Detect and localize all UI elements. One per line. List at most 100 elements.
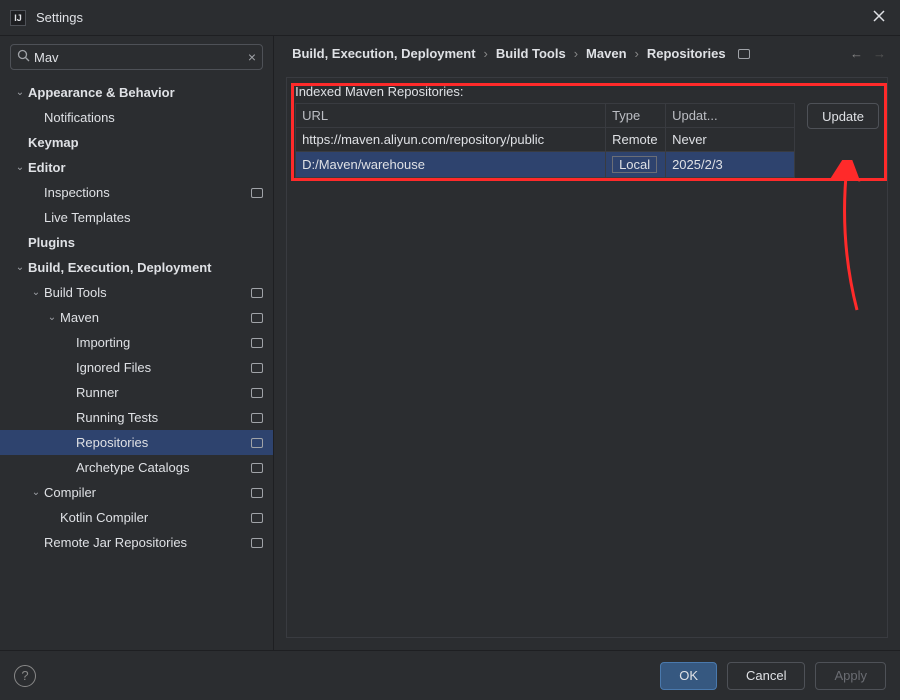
cell-updated[interactable]: 2025/2/3 [666, 152, 795, 178]
project-scope-icon [251, 288, 263, 298]
cancel-button[interactable]: Cancel [727, 662, 805, 690]
project-scope-icon [251, 388, 263, 398]
app-icon: IJ [10, 10, 26, 26]
crumb-0[interactable]: Build, Execution, Deployment [292, 46, 475, 61]
sidebar-item-label: Notifications [44, 110, 273, 125]
table-row[interactable]: D:/Maven/warehouseLocal2025/2/3 [296, 152, 795, 178]
sidebar-item-plugins[interactable]: Plugins [0, 230, 273, 255]
sidebar-item-label: Build Tools [44, 285, 273, 300]
repositories-table[interactable]: URL Type Updat... https://maven.aliyun.c… [295, 103, 795, 178]
chevron-right-icon: › [635, 46, 639, 61]
project-scope-icon [251, 413, 263, 423]
project-scope-icon [251, 313, 263, 323]
sidebar-item-label: Ignored Files [76, 360, 273, 375]
sidebar-item-archetype-catalogs[interactable]: Archetype Catalogs [0, 455, 273, 480]
settings-tree: ⌄Appearance & BehaviorNotificationsKeyma… [0, 78, 273, 650]
cell-url[interactable]: https://maven.aliyun.com/repository/publ… [296, 128, 606, 152]
sidebar-item-running-tests[interactable]: Running Tests [0, 405, 273, 430]
sidebar-item-live-templates[interactable]: Live Templates [0, 205, 273, 230]
col-updated[interactable]: Updat... [666, 104, 795, 128]
sidebar-item-maven[interactable]: ⌄Maven [0, 305, 273, 330]
window-title: Settings [36, 10, 868, 25]
col-type[interactable]: Type [606, 104, 666, 128]
sidebar-item-label: Running Tests [76, 410, 273, 425]
sidebar-item-compiler[interactable]: ⌄Compiler [0, 480, 273, 505]
sidebar-item-ignored-files[interactable]: Ignored Files [0, 355, 273, 380]
search-input[interactable] [34, 50, 248, 65]
chevron-down-icon: ⌄ [12, 162, 28, 173]
chevron-right-icon: › [574, 46, 578, 61]
sidebar-item-build-execution-deployment[interactable]: ⌄Build, Execution, Deployment [0, 255, 273, 280]
sidebar-item-label: Plugins [28, 235, 273, 250]
sidebar-item-inspections[interactable]: Inspections [0, 180, 273, 205]
crumb-3[interactable]: Repositories [647, 46, 726, 61]
help-button[interactable]: ? [14, 665, 36, 687]
sidebar-item-kotlin-compiler[interactable]: Kotlin Compiler [0, 505, 273, 530]
crumb-1[interactable]: Build Tools [496, 46, 566, 61]
cell-updated[interactable]: Never [666, 128, 795, 152]
nav-arrows: ← → [850, 46, 886, 61]
chevron-down-icon: ⌄ [12, 262, 28, 273]
titlebar: IJ Settings [0, 0, 900, 36]
project-scope-icon [251, 338, 263, 348]
sidebar-item-label: Appearance & Behavior [28, 85, 273, 100]
footer: ? OK Cancel Apply [0, 650, 900, 700]
sidebar-item-label: Keymap [28, 135, 273, 150]
project-scope-icon [251, 363, 263, 373]
sidebar: × ⌄Appearance & BehaviorNotificationsKey… [0, 36, 274, 650]
content-pane: Build, Execution, Deployment › Build Too… [274, 36, 900, 650]
sidebar-item-label: Build, Execution, Deployment [28, 260, 273, 275]
sidebar-item-remote-jar-repositories[interactable]: Remote Jar Repositories [0, 530, 273, 555]
forward-icon[interactable]: → [873, 46, 886, 61]
project-scope-icon [251, 463, 263, 473]
clear-search-icon[interactable]: × [248, 49, 256, 65]
project-scope-icon [251, 538, 263, 548]
sidebar-item-label: Importing [76, 335, 273, 350]
sidebar-item-label: Inspections [44, 185, 273, 200]
cell-url[interactable]: D:/Maven/warehouse [296, 152, 606, 178]
chevron-down-icon: ⌄ [12, 87, 28, 98]
breadcrumb: Build, Execution, Deployment › Build Too… [274, 36, 900, 71]
update-button[interactable]: Update [807, 103, 879, 129]
search-icon [17, 49, 30, 65]
chevron-down-icon: ⌄ [28, 487, 44, 498]
sidebar-item-notifications[interactable]: Notifications [0, 105, 273, 130]
sidebar-item-label: Runner [76, 385, 273, 400]
main-area: Indexed Maven Repositories: URL Type Upd… [286, 77, 888, 638]
sidebar-item-appearance-behavior[interactable]: ⌄Appearance & Behavior [0, 80, 273, 105]
sidebar-item-label: Archetype Catalogs [76, 460, 273, 475]
sidebar-item-importing[interactable]: Importing [0, 330, 273, 355]
project-scope-icon [251, 513, 263, 523]
sidebar-item-label: Repositories [76, 435, 273, 450]
back-icon[interactable]: ← [850, 46, 863, 61]
chevron-down-icon: ⌄ [28, 287, 44, 298]
sidebar-item-label: Editor [28, 160, 273, 175]
cell-type[interactable]: Local [606, 152, 666, 178]
sidebar-item-editor[interactable]: ⌄Editor [0, 155, 273, 180]
sidebar-item-label: Live Templates [44, 210, 273, 225]
chevron-down-icon: ⌄ [44, 312, 60, 323]
chevron-right-icon: › [484, 46, 488, 61]
close-icon[interactable] [868, 5, 890, 30]
project-scope-icon [251, 188, 263, 198]
project-scope-icon [251, 488, 263, 498]
sidebar-item-runner[interactable]: Runner [0, 380, 273, 405]
sidebar-item-keymap[interactable]: Keymap [0, 130, 273, 155]
col-url[interactable]: URL [296, 104, 606, 128]
sidebar-item-label: Remote Jar Repositories [44, 535, 273, 550]
search-box[interactable]: × [10, 44, 263, 70]
apply-button: Apply [815, 662, 886, 690]
sidebar-item-repositories[interactable]: Repositories [0, 430, 273, 455]
project-scope-icon [251, 438, 263, 448]
reset-icon[interactable] [738, 49, 750, 59]
sidebar-item-label: Kotlin Compiler [60, 510, 273, 525]
section-label: Indexed Maven Repositories: [287, 78, 887, 103]
annotation-arrow [827, 160, 867, 320]
sidebar-item-label: Maven [60, 310, 273, 325]
sidebar-item-build-tools[interactable]: ⌄Build Tools [0, 280, 273, 305]
table-row[interactable]: https://maven.aliyun.com/repository/publ… [296, 128, 795, 152]
ok-button[interactable]: OK [660, 662, 717, 690]
crumb-2[interactable]: Maven [586, 46, 626, 61]
cell-type[interactable]: Remote [606, 128, 666, 152]
sidebar-item-label: Compiler [44, 485, 273, 500]
